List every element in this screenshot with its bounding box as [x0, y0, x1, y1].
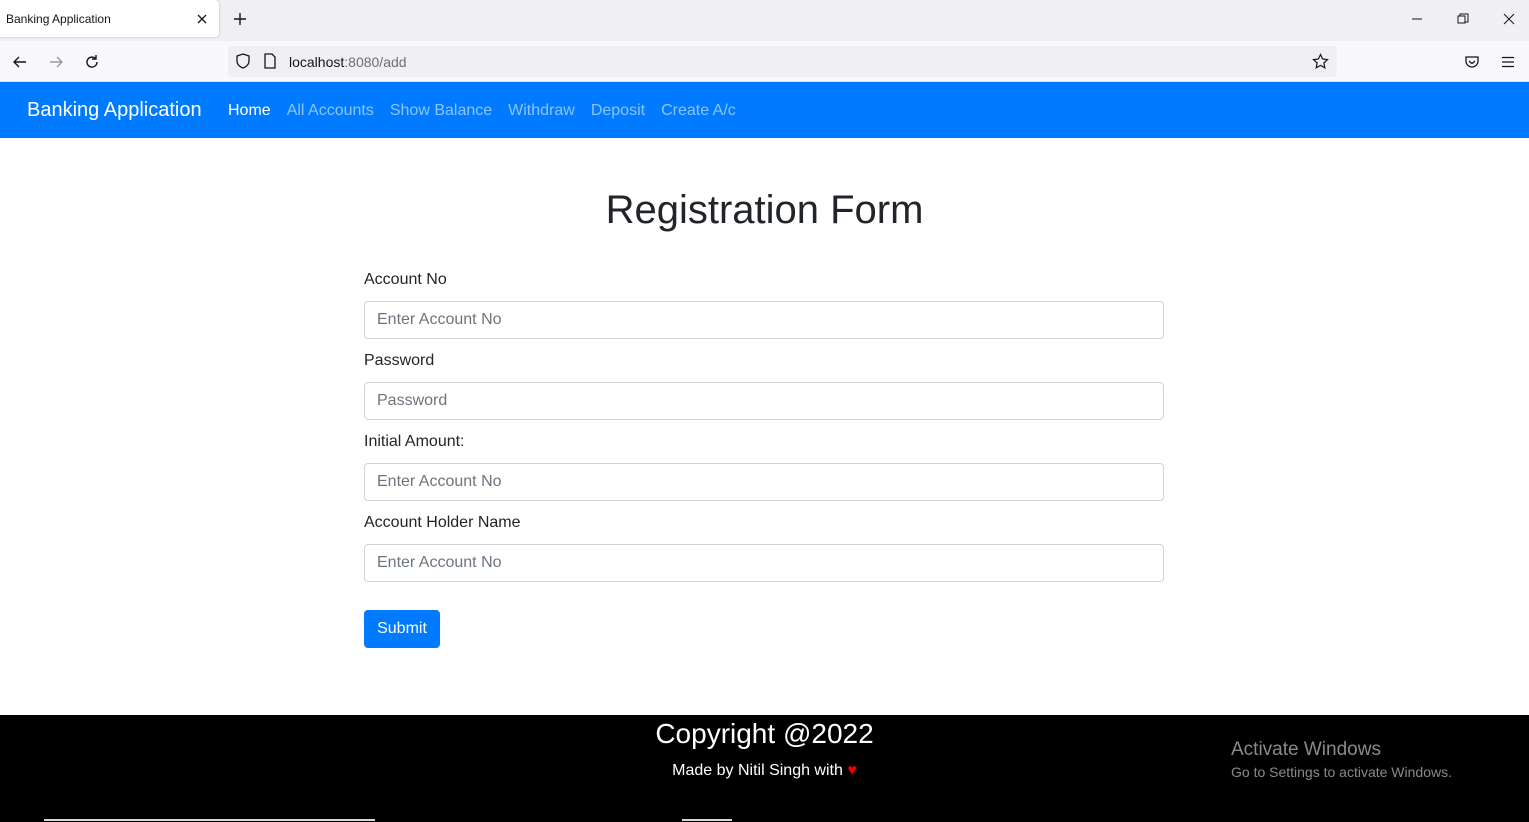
- tab-title: Banking Application: [6, 11, 111, 26]
- url-path: :8080/add: [344, 54, 407, 70]
- account-no-group: Account No: [364, 268, 1164, 339]
- url-host: localhost: [289, 54, 345, 70]
- page-title: Registration Form: [605, 188, 924, 232]
- browser-toolbar: localhost:8080/add: [0, 41, 1529, 82]
- footer: Copyright @2022 Made by Nitil Singh with…: [0, 715, 1529, 822]
- activate-windows-watermark: Activate Windows Go to Settings to activ…: [1231, 739, 1452, 780]
- url-text: localhost:8080/add: [289, 54, 407, 70]
- registration-form: Account No Password Initial Amount: Acco…: [364, 268, 1164, 592]
- url-bar[interactable]: localhost:8080/add: [228, 46, 1337, 77]
- pocket-icon[interactable]: [1458, 48, 1486, 76]
- nav-show-balance[interactable]: Show Balance: [390, 102, 492, 120]
- app-navbar: Banking Application Home All Accounts Sh…: [0, 82, 1529, 138]
- minimize-icon[interactable]: [1394, 4, 1440, 34]
- activate-windows-subtitle: Go to Settings to activate Windows.: [1231, 764, 1452, 780]
- holder-name-label: Account Holder Name: [364, 514, 521, 531]
- navbar-brand[interactable]: Banking Application: [27, 99, 202, 122]
- nav-deposit[interactable]: Deposit: [591, 102, 645, 120]
- submit-button[interactable]: Submit: [364, 610, 440, 648]
- password-group: Password: [364, 349, 1164, 420]
- initial-amount-input[interactable]: [364, 463, 1164, 501]
- close-window-icon[interactable]: [1486, 4, 1529, 34]
- activate-windows-title: Activate Windows: [1231, 739, 1381, 760]
- password-label: Password: [364, 352, 435, 369]
- bookmark-star-icon[interactable]: [1312, 53, 1329, 75]
- close-tab-icon[interactable]: [189, 6, 215, 32]
- new-tab-icon[interactable]: [227, 6, 253, 32]
- nav-withdraw[interactable]: Withdraw: [508, 102, 575, 120]
- nav-create-account[interactable]: Create A/c: [661, 102, 736, 120]
- account-no-input[interactable]: [364, 301, 1164, 339]
- initial-amount-label: Initial Amount:: [364, 433, 465, 450]
- browser-tab[interactable]: Banking Application: [0, 0, 219, 37]
- nav-home[interactable]: Home: [228, 102, 271, 120]
- account-no-label: Account No: [364, 271, 447, 288]
- holder-name-group: Account Holder Name: [364, 511, 1164, 582]
- initial-amount-group: Initial Amount:: [364, 430, 1164, 501]
- browser-tabstrip: Banking Application: [0, 0, 1529, 41]
- back-icon[interactable]: [6, 48, 34, 76]
- divider: [682, 819, 732, 821]
- menu-icon[interactable]: [1494, 48, 1522, 76]
- divider: [44, 819, 375, 821]
- made-by-label: Made by Nitil Singh with: [672, 762, 843, 779]
- password-input[interactable]: [364, 382, 1164, 420]
- holder-name-input[interactable]: [364, 544, 1164, 582]
- page-icon[interactable]: [263, 53, 277, 74]
- forward-icon[interactable]: [42, 48, 70, 76]
- nav-all-accounts[interactable]: All Accounts: [287, 102, 374, 120]
- reload-icon[interactable]: [78, 48, 106, 76]
- heart-icon: ♥: [847, 762, 857, 779]
- shield-icon[interactable]: [235, 53, 251, 74]
- restore-icon[interactable]: [1440, 4, 1486, 34]
- nav-links: Home All Accounts Show Balance Withdraw …: [228, 102, 736, 120]
